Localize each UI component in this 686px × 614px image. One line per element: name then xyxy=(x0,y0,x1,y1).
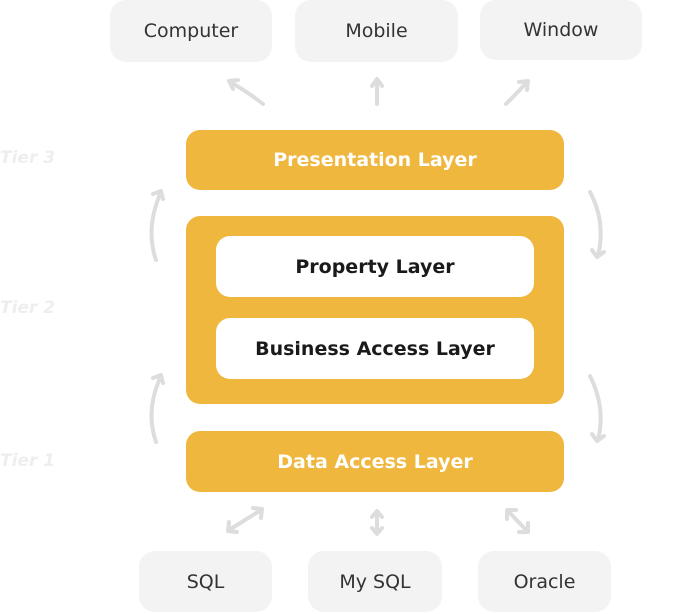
arrow-sql-icon xyxy=(226,506,264,534)
arrow-down-tier2-to-1-icon xyxy=(588,374,606,443)
arrow-up-tier1-to-2-icon xyxy=(149,373,165,444)
arrow-to-mobile-icon xyxy=(370,77,384,106)
arrow-to-computer-icon xyxy=(227,78,265,106)
arrow-mysql-icon xyxy=(370,509,384,536)
arrow-to-window-icon xyxy=(504,79,530,106)
arrow-down-tier3-to-2-icon xyxy=(588,190,606,259)
arrows xyxy=(149,77,606,536)
arrow-up-tier2-to-3-icon xyxy=(149,189,165,262)
arrow-oracle-icon xyxy=(505,508,530,534)
